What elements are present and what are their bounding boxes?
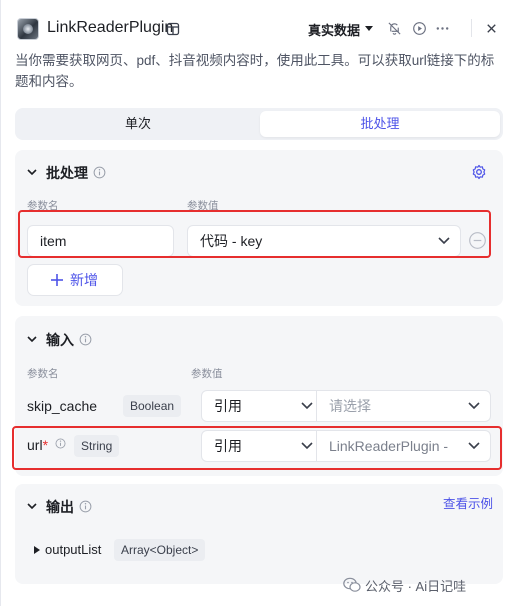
skip-cache-value: 请选择	[329, 398, 371, 414]
add-label: 新增	[70, 272, 98, 288]
edit-title-icon[interactable]	[166, 22, 180, 36]
batch-title: 批处理	[46, 165, 88, 181]
output-item-name: outputList	[45, 542, 102, 557]
info-icon[interactable]	[93, 166, 106, 179]
settings-icon[interactable]	[471, 164, 487, 180]
input-col-value-label: 参数值	[191, 368, 223, 380]
view-example-link[interactable]: 查看示例	[443, 493, 493, 512]
chevron-down-icon[interactable]	[26, 166, 38, 178]
watermark-text: 公众号 · Ai日记哇	[365, 579, 467, 594]
tab-single[interactable]: 单次	[18, 111, 258, 137]
wechat-icon	[343, 577, 361, 592]
panel-header: LinkReaderPlugin 真实数据	[15, 16, 510, 42]
input-title: 输入	[46, 332, 74, 348]
chevron-down-icon	[301, 402, 313, 410]
type-tag: Boolean	[123, 395, 182, 417]
caret-right-icon[interactable]	[33, 545, 41, 555]
add-batch-item-button[interactable]: 新增	[27, 264, 123, 296]
plugin-description: 当你需要获取网页、pdf、抖音视频内容时，使用此工具。可以获取url链接下的标题…	[15, 53, 495, 89]
data-mode-select[interactable]: 真实数据	[308, 20, 360, 39]
header-divider	[471, 19, 472, 37]
output-title: 输出	[46, 499, 74, 515]
bell-off-icon[interactable]	[387, 21, 402, 36]
watermark: 公众号 · Ai日记哇	[343, 576, 467, 596]
plus-icon	[51, 274, 63, 286]
skip-cache-value-select[interactable]: 请选择	[316, 390, 491, 422]
mode-tabs: 单次 批处理	[15, 108, 503, 140]
play-icon[interactable]	[412, 21, 427, 36]
chevron-down-icon	[468, 402, 480, 410]
plugin-title: LinkReaderPlugin	[47, 19, 174, 36]
chevron-down-icon[interactable]	[26, 333, 38, 345]
tab-batch[interactable]: 批处理	[260, 111, 500, 137]
caret-down-icon[interactable]	[364, 25, 374, 33]
highlight-box	[18, 210, 491, 258]
close-icon[interactable]	[484, 21, 499, 36]
chevron-down-icon[interactable]	[26, 500, 38, 512]
plugin-node-panel: LinkReaderPlugin 真实数据 当你需要获取网页、pdf、抖音视频内…	[0, 0, 521, 606]
param-name-skip-cache: skip_cache	[27, 398, 98, 414]
plugin-logo	[17, 18, 39, 40]
more-icon[interactable]	[435, 21, 450, 36]
info-icon[interactable]	[79, 500, 92, 513]
type-tag: Array<Object>	[114, 539, 206, 561]
input-col-name-label: 参数名	[27, 368, 59, 380]
output-section: 输出 查看示例 outputList Array<Object>	[15, 484, 503, 584]
ref-mode-value: 引用	[214, 398, 242, 414]
highlight-box	[12, 426, 502, 470]
skip-cache-ref-select[interactable]: 引用	[201, 390, 324, 422]
info-icon[interactable]	[79, 333, 92, 346]
